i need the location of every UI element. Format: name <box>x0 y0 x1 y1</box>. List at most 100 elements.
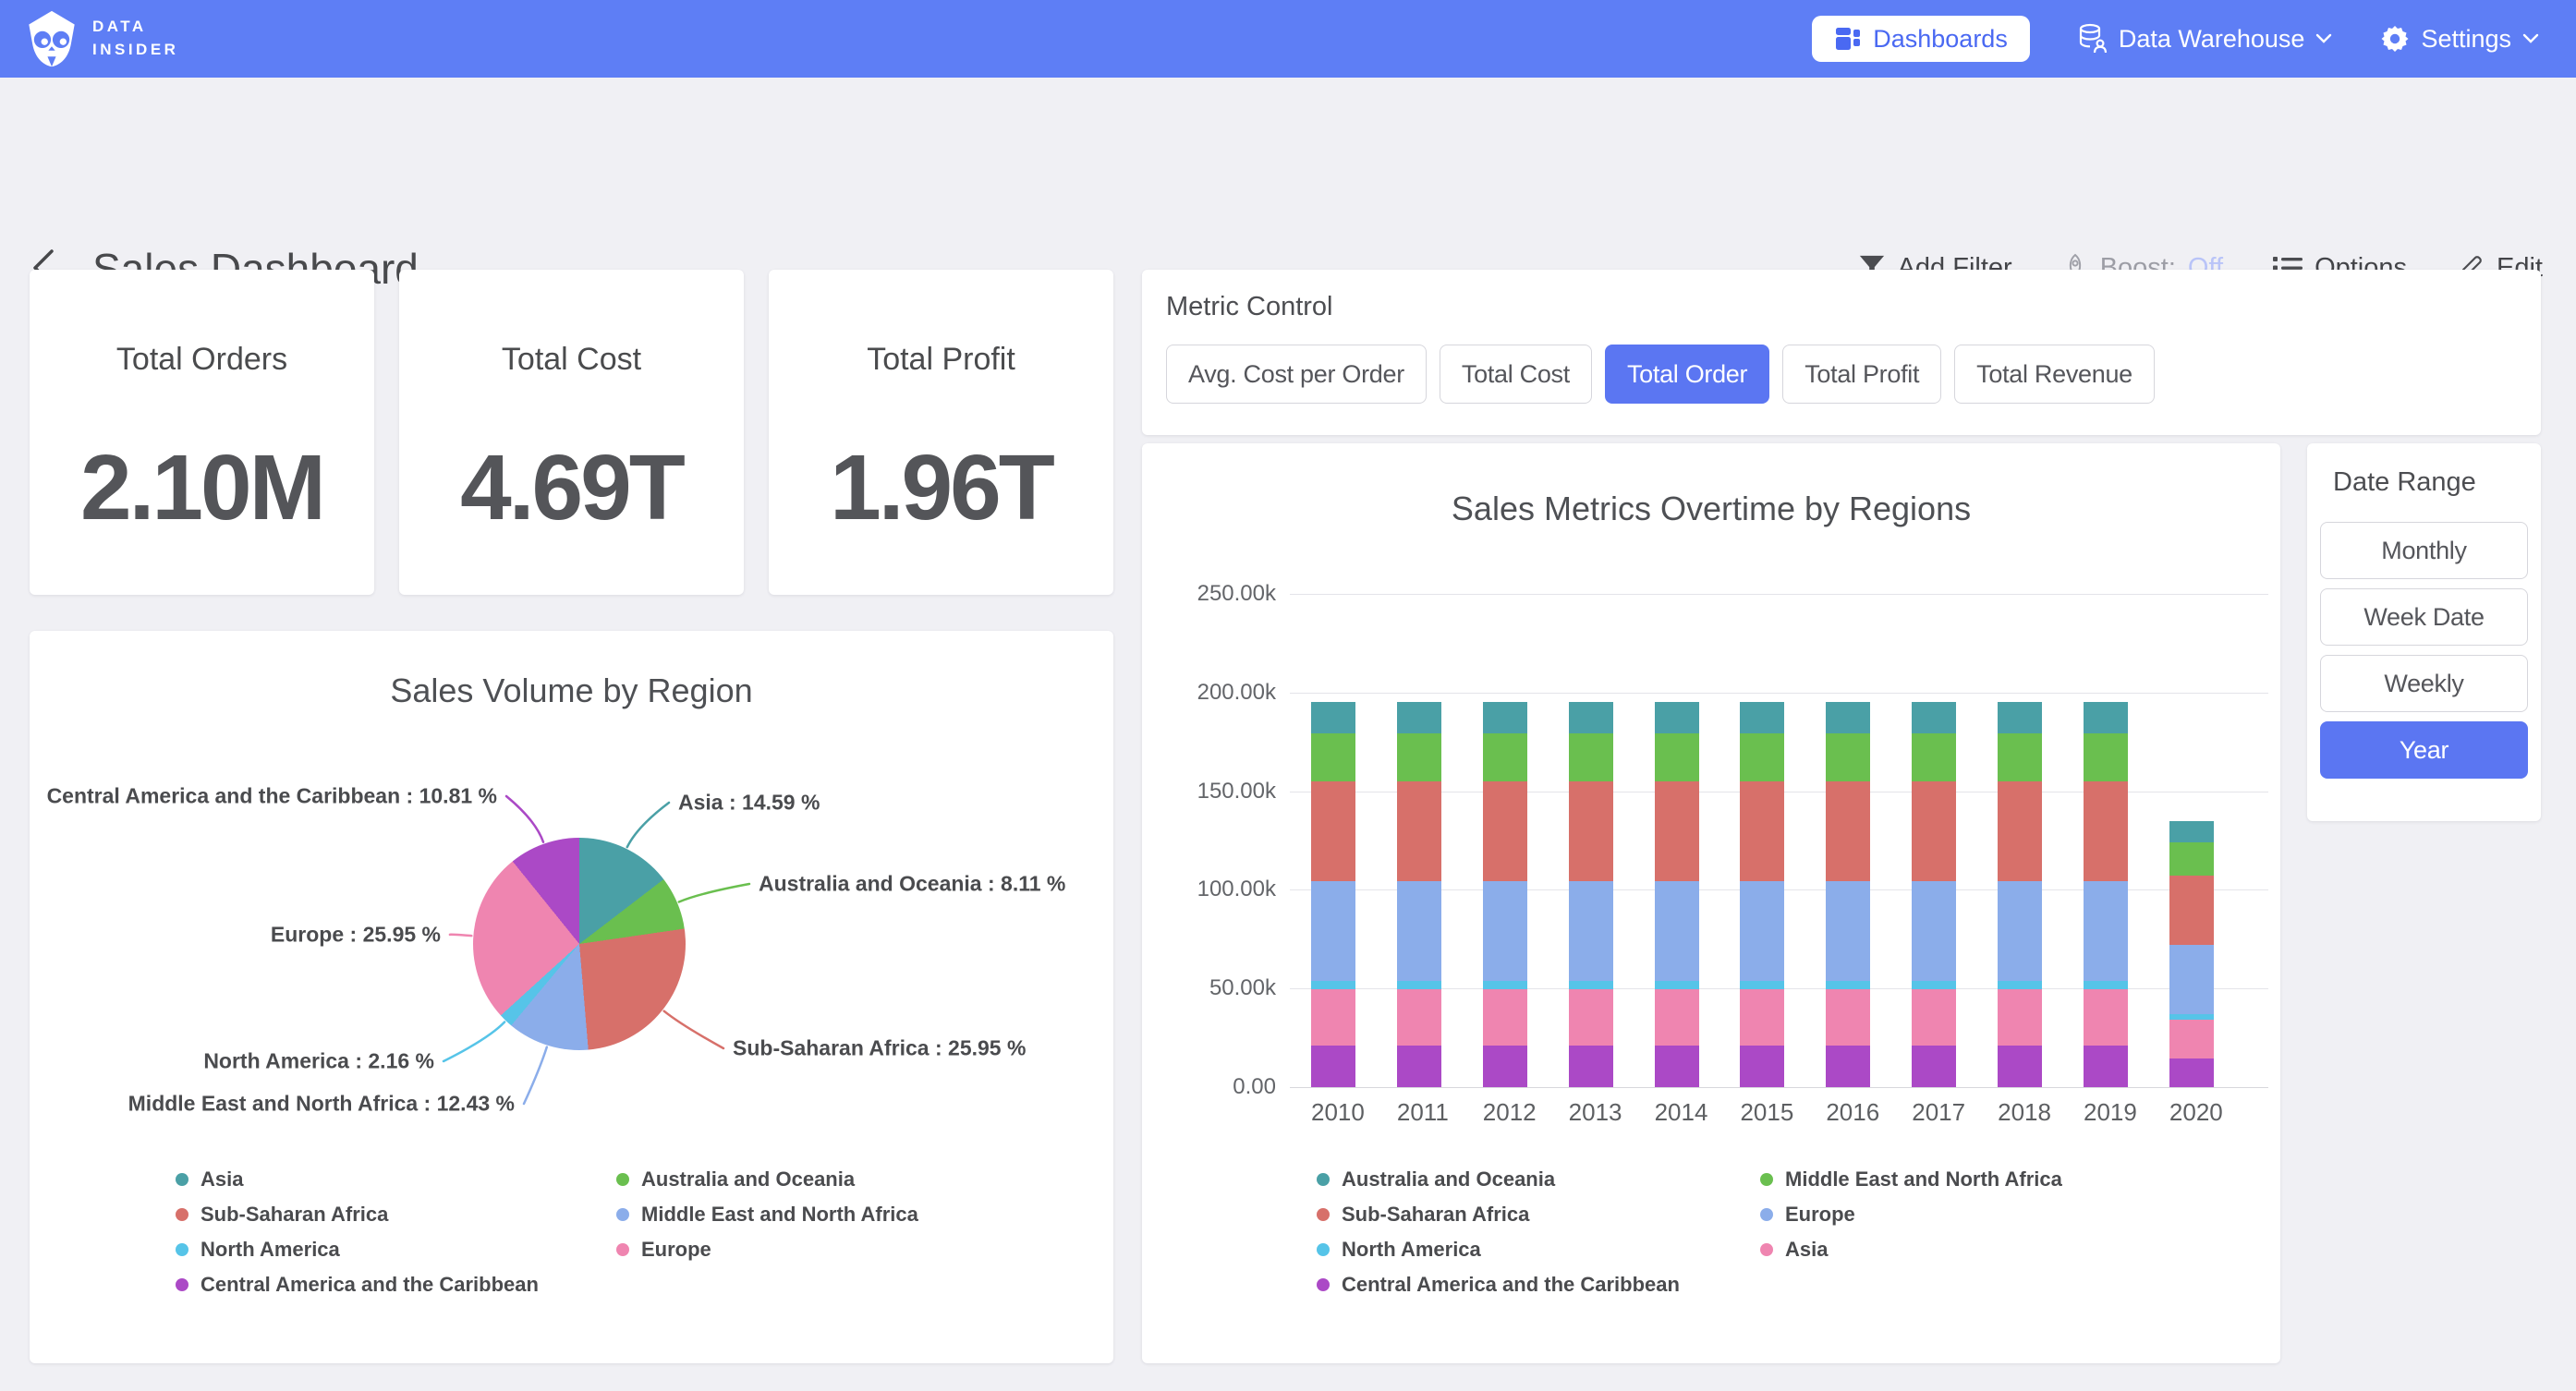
bar-segment[interactable] <box>1483 1046 1527 1087</box>
bar-segment[interactable] <box>1998 702 2042 733</box>
legend-item[interactable]: Asia <box>1760 1238 2062 1262</box>
bar-segment[interactable] <box>1397 702 1441 733</box>
bar-segment[interactable] <box>1569 989 1613 1046</box>
bar-segment[interactable] <box>2084 981 2128 989</box>
bar-segment[interactable] <box>1912 881 1956 981</box>
bar-segment[interactable] <box>1912 981 1956 989</box>
bar-segment[interactable] <box>1655 989 1699 1046</box>
bar-segment[interactable] <box>2084 733 2128 781</box>
legend-item[interactable]: Middle East and North Africa <box>1760 1167 2062 1191</box>
date-range-button-year[interactable]: Year <box>2320 721 2528 779</box>
bar-segment[interactable] <box>2169 1058 2214 1087</box>
bar-segment[interactable] <box>1740 1046 1784 1087</box>
bar-segment[interactable] <box>1998 733 2042 781</box>
bar-segment[interactable] <box>1311 733 1355 781</box>
legend-item[interactable]: Europe <box>616 1238 918 1262</box>
bar-segment[interactable] <box>1569 1046 1613 1087</box>
metric-button-total-profit[interactable]: Total Profit <box>1782 345 1941 404</box>
bar-segment[interactable] <box>2169 945 2214 1014</box>
bar-segment[interactable] <box>2169 1020 2214 1058</box>
bar-segment[interactable] <box>1483 981 1527 989</box>
legend-item[interactable]: Australia and Oceania <box>616 1167 918 1191</box>
bar-segment[interactable] <box>1311 981 1355 989</box>
bar-segment[interactable] <box>1826 989 1870 1046</box>
legend-item[interactable]: Europe <box>1760 1203 2062 1227</box>
legend-item[interactable]: Australia and Oceania <box>1317 1167 1760 1191</box>
nav-item-dashboards[interactable]: Dashboards <box>1812 16 2030 62</box>
metric-button-total-order[interactable]: Total Order <box>1605 345 1769 404</box>
bar-segment[interactable] <box>1483 989 1527 1046</box>
bar-segment[interactable] <box>1655 1046 1699 1087</box>
bar-segment[interactable] <box>1655 702 1699 733</box>
bar-segment[interactable] <box>2084 989 2128 1046</box>
legend-item[interactable]: Sub-Saharan Africa <box>176 1203 616 1227</box>
metric-button-avg-cost-per-order[interactable]: Avg. Cost per Order <box>1166 345 1427 404</box>
bar-segment[interactable] <box>1998 981 2042 989</box>
nav-item-settings[interactable]: Settings <box>2380 24 2539 54</box>
bar-segment[interactable] <box>1912 989 1956 1046</box>
bar-segment[interactable] <box>1740 981 1784 989</box>
bar-segment[interactable] <box>1998 1046 2042 1087</box>
bar-segment[interactable] <box>2084 702 2128 733</box>
bar-segment[interactable] <box>1826 781 1870 881</box>
bar-segment[interactable] <box>1826 1046 1870 1087</box>
bar-segment[interactable] <box>2084 781 2128 881</box>
bar-segment[interactable] <box>1912 781 1956 881</box>
bar-segment[interactable] <box>1740 881 1784 981</box>
pie-chart[interactable] <box>473 838 686 1050</box>
legend-item[interactable]: Middle East and North Africa <box>616 1203 918 1227</box>
bar-segment[interactable] <box>1826 981 1870 989</box>
bar-segment[interactable] <box>1311 1046 1355 1087</box>
bar-segment[interactable] <box>1311 989 1355 1046</box>
legend-item[interactable]: Asia <box>176 1167 616 1191</box>
bar-segment[interactable] <box>1483 733 1527 781</box>
legend-item[interactable]: Central America and the Caribbean <box>1317 1273 1760 1297</box>
legend-item[interactable]: North America <box>1317 1238 1760 1262</box>
bar-segment[interactable] <box>1483 781 1527 881</box>
bar-segment[interactable] <box>1826 733 1870 781</box>
metric-button-total-cost[interactable]: Total Cost <box>1440 345 1592 404</box>
bar-segment[interactable] <box>1569 702 1613 733</box>
bar-segment[interactable] <box>1998 881 2042 981</box>
date-range-button-monthly[interactable]: Monthly <box>2320 522 2528 579</box>
bar-segment[interactable] <box>1998 781 2042 881</box>
bar-segment[interactable] <box>1655 981 1699 989</box>
bar-segment[interactable] <box>1311 702 1355 733</box>
bar-segment[interactable] <box>1912 702 1956 733</box>
bar-segment[interactable] <box>1397 1046 1441 1087</box>
bar-segment[interactable] <box>1397 881 1441 981</box>
legend-item[interactable]: North America <box>176 1238 616 1262</box>
bar-segment[interactable] <box>1740 733 1784 781</box>
bar-segment[interactable] <box>1998 989 2042 1046</box>
bar-segment[interactable] <box>1569 781 1613 881</box>
bar-segment[interactable] <box>1826 702 1870 733</box>
metric-button-total-revenue[interactable]: Total Revenue <box>1954 345 2155 404</box>
bar-segment[interactable] <box>1569 733 1613 781</box>
bar-segment[interactable] <box>1740 781 1784 881</box>
bar-segment[interactable] <box>1311 781 1355 881</box>
bar-segment[interactable] <box>1397 733 1441 781</box>
bar-segment[interactable] <box>1912 733 1956 781</box>
nav-item-data-warehouse[interactable]: Data Warehouse <box>2078 23 2333 54</box>
legend-item[interactable]: Sub-Saharan Africa <box>1317 1203 1760 1227</box>
bar-segment[interactable] <box>1826 881 1870 981</box>
legend-item[interactable]: Central America and the Caribbean <box>176 1273 616 1297</box>
bar-segment[interactable] <box>2084 1046 2128 1087</box>
bar-segment[interactable] <box>1740 702 1784 733</box>
bar-segment[interactable] <box>2169 842 2214 876</box>
bar-segment[interactable] <box>1569 981 1613 989</box>
bar-segment[interactable] <box>1655 781 1699 881</box>
bar-segment[interactable] <box>1483 881 1527 981</box>
bar-segment[interactable] <box>1483 702 1527 733</box>
bar-segment[interactable] <box>2169 876 2214 945</box>
date-range-button-weekly[interactable]: Weekly <box>2320 655 2528 712</box>
bar-segment[interactable] <box>1311 881 1355 981</box>
bar-segment[interactable] <box>1397 989 1441 1046</box>
bar-segment[interactable] <box>1655 733 1699 781</box>
bar-segment[interactable] <box>1569 881 1613 981</box>
bar-segment[interactable] <box>1912 1046 1956 1087</box>
bar-segment[interactable] <box>2084 881 2128 981</box>
bar-segment[interactable] <box>1655 881 1699 981</box>
bar-segment[interactable] <box>1740 989 1784 1046</box>
bar-segment[interactable] <box>2169 821 2214 842</box>
